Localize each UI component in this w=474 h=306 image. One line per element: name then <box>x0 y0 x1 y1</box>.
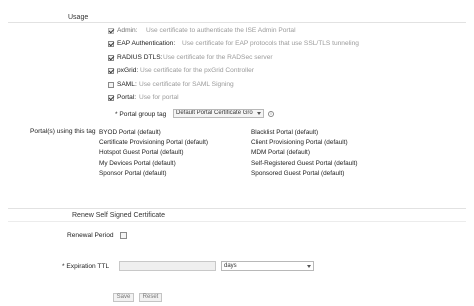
pxgrid-description: Use certificate for the pxGrid Controlle… <box>140 67 254 74</box>
saml-description: Use certificate for SAML Signing <box>139 81 234 88</box>
info-icon[interactable]: i <box>268 111 274 117</box>
portal-list-item: Sponsored Guest Portal (default) <box>251 170 345 177</box>
chevron-down-icon <box>307 265 311 268</box>
chevron-down-icon <box>257 112 261 115</box>
admin-checkbox[interactable] <box>108 28 114 34</box>
saml-label: SAML: <box>117 81 137 88</box>
portal-group-tag-label: * Portal group tag <box>115 111 167 118</box>
radius-dtls-label: RADIUS DTLS: <box>117 54 163 61</box>
pxgrid-checkbox[interactable] <box>108 68 114 74</box>
expiration-unit-value: days <box>224 263 237 269</box>
eap-label: EAP Authentication: <box>117 40 176 47</box>
portal-checkbox[interactable] <box>108 95 114 101</box>
portal-group-tag-value: Default Portal Certificate Gro <box>176 110 253 116</box>
portal-label: Portal: <box>117 94 137 101</box>
portal-list-item: Hotspot Guest Portal (default) <box>99 149 184 156</box>
portal-list-item: My Devices Portal (default) <box>99 160 176 167</box>
portal-list-item: Blacklist Portal (default) <box>251 129 319 136</box>
admin-description: Use certificate to authenticate the ISE … <box>146 27 296 34</box>
pxgrid-label: pxGrid: <box>117 67 139 74</box>
renew-section-title: Renew Self Signed Certificate <box>72 212 165 219</box>
save-button[interactable]: Save <box>113 293 134 302</box>
portal-list-item: Client Provisioning Portal (default) <box>251 139 348 146</box>
reset-button[interactable]: Reset <box>139 293 162 302</box>
usage-top-divider <box>8 22 466 23</box>
portals-using-tag-label: Portal(s) using this tag <box>30 128 96 135</box>
portal-group-tag-select[interactable]: Default Portal Certificate Gro <box>173 109 264 118</box>
admin-label: Admin: <box>117 27 138 34</box>
portal-list-item: Self-Registered Guest Portal (default) <box>251 160 358 167</box>
renew-top-divider <box>8 221 466 222</box>
radius-dtls-description: Use certificate for the RADSec server <box>163 54 273 61</box>
usage-section-title: Usage <box>68 14 89 21</box>
expiration-ttl-label: * Expiration TTL <box>62 263 110 270</box>
portal-list-item: MDM Portal (default) <box>251 149 310 156</box>
portal-list-item: BYOD Portal (default) <box>99 129 161 136</box>
usage-bottom-divider <box>8 208 466 209</box>
portal-description: Use for portal <box>139 94 179 101</box>
expiration-ttl-input[interactable] <box>119 261 216 271</box>
saml-checkbox[interactable] <box>108 82 114 88</box>
portal-list-item: Certificate Provisioning Portal (default… <box>99 139 209 146</box>
expiration-unit-select[interactable]: days <box>221 261 314 271</box>
eap-description: Use certificate for EAP protocols that u… <box>182 40 359 47</box>
radius-dtls-checkbox[interactable] <box>108 55 114 61</box>
eap-checkbox[interactable] <box>108 41 114 47</box>
renewal-period-label: Renewal Period <box>67 232 114 239</box>
portal-list-item: Sponsor Portal (default) <box>99 170 167 177</box>
renewal-period-checkbox[interactable] <box>120 232 127 239</box>
